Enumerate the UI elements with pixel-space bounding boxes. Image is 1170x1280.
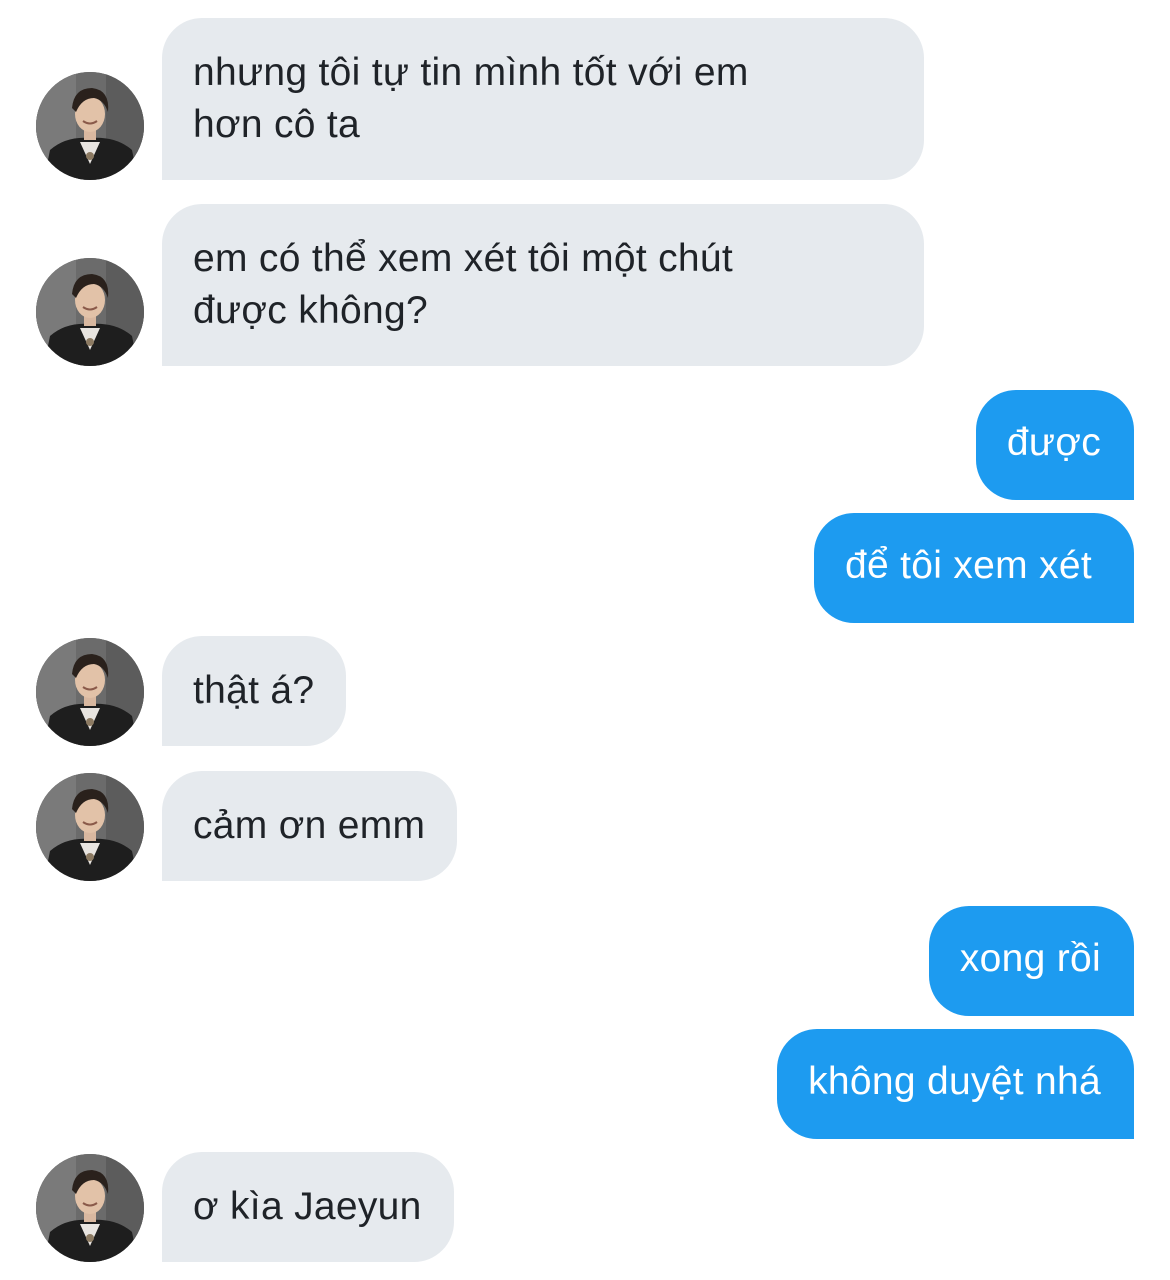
contact-avatar[interactable] — [36, 72, 144, 180]
message-text: cảm ơn emm — [193, 804, 426, 847]
contact-avatar[interactable] — [36, 638, 144, 746]
message-text: ơ kìa Jaeyun — [193, 1185, 422, 1228]
message-bubble-outgoing[interactable]: xong rồi — [928, 906, 1134, 1016]
message-text: được — [1006, 421, 1101, 464]
message-text: nhưng tôi tự tin mình tốt với em hơn cô … — [193, 51, 749, 146]
message-bubble-outgoing[interactable]: để tôi xem xét — [814, 513, 1134, 623]
message-row-incoming: em có thể xem xét tôi một chút được khôn… — [0, 204, 1170, 366]
message-row-incoming: thật á? — [0, 636, 1170, 746]
message-row-incoming: ơ kìa Jaeyun — [0, 1152, 1170, 1262]
message-row-outgoing: để tôi xem xét — [0, 513, 1170, 623]
message-row-outgoing: xong rồi — [0, 906, 1170, 1016]
message-row-outgoing: được — [0, 390, 1170, 500]
message-text: để tôi xem xét — [845, 544, 1092, 587]
message-bubble-incoming[interactable]: thật á? — [162, 636, 347, 746]
message-text: không duyệt nhá — [808, 1060, 1101, 1103]
message-row-incoming: cảm ơn emm — [0, 771, 1170, 881]
message-row-incoming: nhưng tôi tự tin mình tốt với em hơn cô … — [0, 18, 1170, 180]
message-bubble-outgoing[interactable]: không duyệt nhá — [777, 1029, 1134, 1139]
message-text: em có thể xem xét tôi một chút được khôn… — [193, 237, 734, 332]
message-text: thật á? — [193, 669, 315, 712]
message-row-outgoing: không duyệt nhá — [0, 1029, 1170, 1139]
message-bubble-outgoing[interactable]: được — [975, 390, 1134, 500]
message-text: xong rồi — [959, 937, 1101, 980]
contact-avatar[interactable] — [36, 773, 144, 881]
message-bubble-incoming[interactable]: nhưng tôi tự tin mình tốt với em hơn cô … — [162, 18, 924, 180]
message-bubble-incoming[interactable]: em có thể xem xét tôi một chút được khôn… — [162, 204, 924, 366]
contact-avatar[interactable] — [36, 1154, 144, 1262]
contact-avatar[interactable] — [36, 258, 144, 366]
message-bubble-incoming[interactable]: cảm ơn emm — [162, 771, 458, 881]
message-bubble-incoming[interactable]: ơ kìa Jaeyun — [162, 1152, 454, 1262]
